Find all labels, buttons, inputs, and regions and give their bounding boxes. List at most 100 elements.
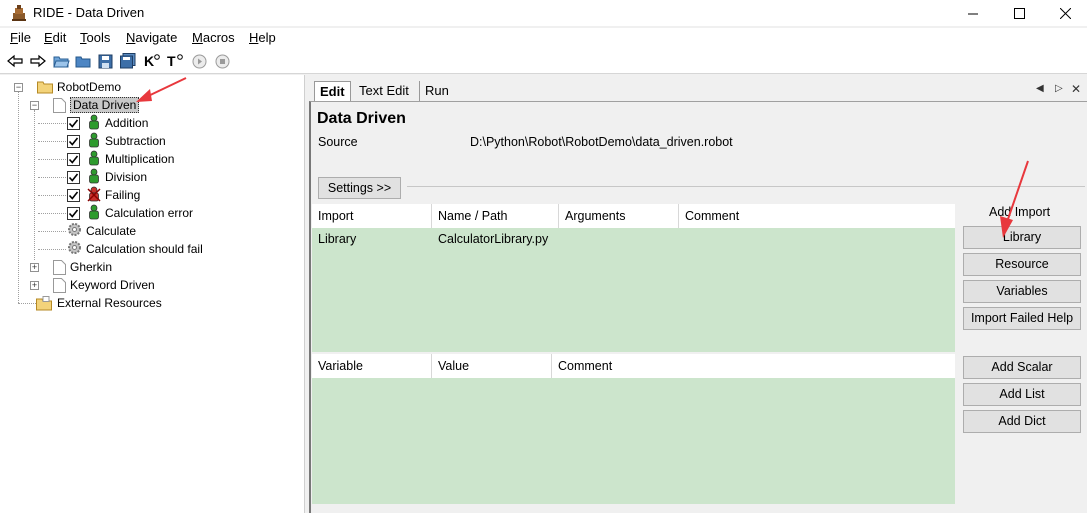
file-icon xyxy=(53,277,66,293)
test-pass-icon xyxy=(87,114,101,133)
tree-suite-data-driven[interactable]: Data Driven xyxy=(53,96,140,114)
divider xyxy=(407,186,1085,187)
table-header: Import Name / Path Arguments Comment xyxy=(312,204,955,228)
tab-run[interactable]: Run xyxy=(419,81,454,101)
tree-test-item[interactable]: Addition xyxy=(67,114,148,132)
tree-label: Calculation should fail xyxy=(86,242,203,256)
tree-connector xyxy=(38,231,66,232)
title-bar: RIDE - Data Driven xyxy=(0,0,1087,26)
tree-label: Gherkin xyxy=(70,260,113,274)
add-list-button[interactable]: Add List xyxy=(963,383,1081,406)
tab-next-icon[interactable]: ▷ xyxy=(1055,83,1063,94)
menu-edit[interactable]: Edit xyxy=(44,30,66,45)
editor-area: Edit Text Edit Run ◀ ▷ ✕ Data Driven Sou… xyxy=(306,75,1087,513)
menu-navigate[interactable]: Navigate xyxy=(126,30,177,45)
tree-test-item[interactable]: Multiplication xyxy=(67,150,174,168)
tree-test-item[interactable]: Failing xyxy=(67,186,140,204)
maximize-icon xyxy=(1013,7,1025,19)
page-title: Data Driven xyxy=(317,110,406,127)
stop-icon[interactable] xyxy=(213,52,231,70)
expand-toggle[interactable]: + xyxy=(30,281,39,290)
import-table[interactable]: Import Name / Path Arguments Comment Lib… xyxy=(312,204,955,352)
menu-help[interactable]: Help xyxy=(249,30,276,45)
tree-test-item[interactable]: Subtraction xyxy=(67,132,166,150)
project-tree: − RobotDemo − Data Driven Addition Subtra… xyxy=(0,75,305,513)
source-label: Source xyxy=(318,135,358,149)
open-folder-icon[interactable] xyxy=(52,52,70,70)
back-arrow-icon[interactable] xyxy=(6,52,24,70)
variable-table[interactable]: Variable Value Comment xyxy=(312,354,955,504)
column-header: Value xyxy=(432,354,552,378)
test-pass-icon xyxy=(87,204,101,223)
test-checkbox[interactable] xyxy=(67,206,80,220)
tab-prev-icon[interactable]: ◀ xyxy=(1036,83,1044,94)
expand-toggle[interactable]: + xyxy=(30,263,39,272)
test-pass-icon xyxy=(87,168,101,187)
menu-file[interactable]: File xyxy=(10,30,31,45)
table-cell[interactable]: Library xyxy=(312,229,432,249)
column-header: Arguments xyxy=(559,204,679,228)
search-tests-icon[interactable]: T xyxy=(166,52,184,70)
close-button[interactable] xyxy=(1042,0,1087,26)
open-directory-icon[interactable] xyxy=(74,52,92,70)
add-scalar-button[interactable]: Add Scalar xyxy=(963,356,1081,379)
tree-connector xyxy=(38,213,66,214)
folder-icon xyxy=(37,81,53,94)
column-header: Name / Path xyxy=(432,204,559,228)
file-icon xyxy=(53,97,66,113)
tree-external-resources[interactable]: External Resources xyxy=(36,294,162,312)
test-checkbox[interactable] xyxy=(67,116,80,130)
tree-test-item[interactable]: Calculation error xyxy=(67,204,193,222)
tree-connector xyxy=(38,249,66,250)
search-keywords-icon[interactable]: K xyxy=(143,52,161,70)
tree-root-robotdemo[interactable]: RobotDemo xyxy=(37,78,121,96)
import-failed-help-button[interactable]: Import Failed Help xyxy=(963,307,1081,330)
edit-panel: Data Driven Source D:\Python\Robot\Robot… xyxy=(309,101,1087,513)
test-checkbox[interactable] xyxy=(67,134,80,148)
column-header: Import xyxy=(312,204,432,228)
collapse-toggle[interactable]: − xyxy=(14,83,23,92)
add-library-button[interactable]: Library xyxy=(963,226,1081,249)
tree-label: Failing xyxy=(105,188,141,202)
menu-tools[interactable]: Tools xyxy=(80,30,110,45)
source-path: D:\Python\Robot\RobotDemo\data_driven.ro… xyxy=(470,135,733,149)
test-pass-icon xyxy=(87,132,101,151)
save-icon[interactable] xyxy=(96,52,114,70)
tree-suite-gherkin[interactable]: Gherkin xyxy=(53,258,112,276)
tab-close-icon[interactable]: ✕ xyxy=(1071,82,1081,96)
tree-connector xyxy=(38,195,66,196)
tree-label: RobotDemo xyxy=(57,80,122,94)
tree-test-item[interactable]: Division xyxy=(67,168,147,186)
test-checkbox[interactable] xyxy=(67,170,80,184)
collapse-toggle[interactable]: − xyxy=(30,101,39,110)
toolbar: K T xyxy=(0,48,1087,74)
add-dict-button[interactable]: Add Dict xyxy=(963,410,1081,433)
column-header: Variable xyxy=(312,354,432,378)
tree-keyword-calculate[interactable]: Calculate xyxy=(67,222,136,240)
table-header: Variable Value Comment xyxy=(312,354,955,378)
tree-label: Multiplication xyxy=(105,152,175,166)
menu-macros[interactable]: Macros xyxy=(192,30,235,45)
tree-label: Addition xyxy=(105,116,149,130)
add-resource-button[interactable]: Resource xyxy=(963,253,1081,276)
svg-text:T: T xyxy=(167,53,176,69)
tree-keyword-calculation-should-fail[interactable]: Calculation should fail xyxy=(67,240,203,258)
forward-arrow-icon[interactable] xyxy=(29,52,47,70)
ride-window: RIDE - Data Driven File Edit Tools Navig… xyxy=(0,0,1087,513)
test-checkbox[interactable] xyxy=(67,188,80,202)
ride-app-icon xyxy=(10,4,28,22)
tab-text-edit[interactable]: Text Edit xyxy=(354,81,414,101)
tab-edit[interactable]: Edit xyxy=(314,81,351,101)
settings-button[interactable]: Settings >> xyxy=(318,177,401,199)
column-header: Comment xyxy=(558,359,613,373)
minimize-button[interactable] xyxy=(950,0,996,26)
save-all-icon[interactable] xyxy=(119,52,137,70)
table-cell[interactable]: CalculatorLibrary.py xyxy=(432,229,559,249)
gear-icon xyxy=(67,240,82,258)
test-checkbox[interactable] xyxy=(67,152,80,166)
run-icon[interactable] xyxy=(190,52,208,70)
maximize-button[interactable] xyxy=(996,0,1042,26)
add-variables-button[interactable]: Variables xyxy=(963,280,1081,303)
tree-suite-keyword-driven[interactable]: Keyword Driven xyxy=(53,276,155,294)
test-pass-icon xyxy=(87,150,101,169)
